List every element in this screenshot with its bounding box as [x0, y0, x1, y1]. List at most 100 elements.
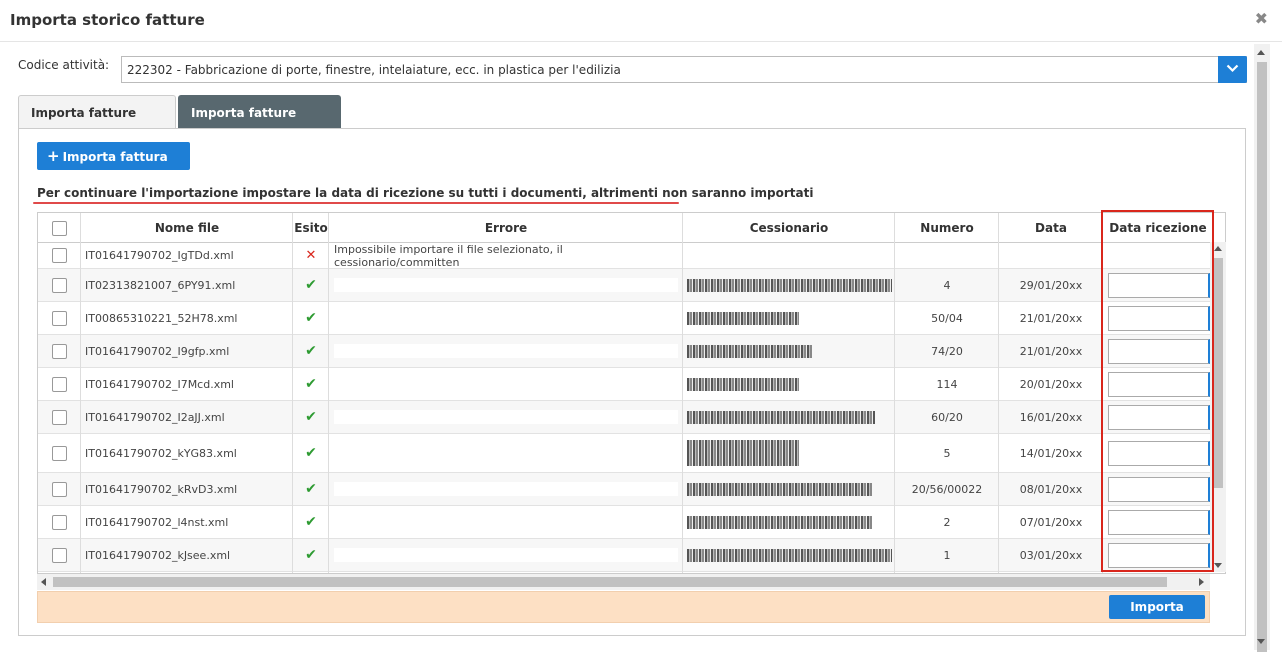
- header-esito[interactable]: Esito: [293, 213, 329, 243]
- col-divider: [998, 213, 999, 573]
- cell-errore: [329, 368, 683, 400]
- row-select-cell[interactable]: [38, 401, 81, 433]
- grid-horizontal-scrollbar[interactable]: [37, 574, 1210, 590]
- import-xml-button[interactable]: + Importa fattura .xml: [37, 142, 190, 192]
- cell-cessionario: [683, 335, 895, 367]
- scroll-up-icon[interactable]: [1214, 246, 1222, 251]
- table-row[interactable]: IT01641790702_l4nst.xml ✔ 2 07/01/20xx: [38, 506, 1225, 539]
- redacted-cessionario: [687, 482, 872, 496]
- cell-cessionario: [683, 243, 895, 268]
- scroll-up-icon[interactable]: [1257, 50, 1265, 55]
- row-checkbox[interactable]: [52, 547, 67, 563]
- tab-fatture-ricevute[interactable]: Importa fatture ricevute: [178, 95, 341, 154]
- header-select-all[interactable]: [38, 213, 81, 243]
- table-row[interactable]: IT02313821007_6PY91.xml ✔ 4 29/01/20xx: [38, 269, 1225, 302]
- table-row[interactable]: IT01641790702_kYG83.xml ✔ 5 14/01/20xx: [38, 434, 1225, 473]
- data-ricezione-input[interactable]: [1108, 273, 1210, 298]
- scroll-right-icon[interactable]: [1199, 578, 1204, 586]
- row-checkbox[interactable]: [52, 445, 67, 461]
- data-ricezione-input[interactable]: [1108, 405, 1210, 430]
- cell-data-ricezione[interactable]: [1103, 335, 1213, 367]
- close-icon[interactable]: ✖: [1255, 9, 1268, 28]
- data-ricezione-input[interactable]: [1108, 339, 1210, 364]
- scrollbar-thumb[interactable]: [53, 577, 1167, 587]
- data-ricezione-input[interactable]: [1108, 372, 1210, 397]
- data-ricezione-input[interactable]: [1108, 306, 1210, 331]
- errore-empty-bar: [334, 446, 678, 460]
- cell-data-ricezione[interactable]: [1103, 434, 1213, 472]
- scroll-down-icon[interactable]: [1257, 639, 1265, 644]
- row-checkbox[interactable]: [52, 481, 67, 497]
- cell-data-ricezione[interactable]: [1103, 269, 1213, 301]
- row-checkbox[interactable]: [52, 376, 67, 392]
- header-nome-file[interactable]: Nome file: [81, 213, 293, 243]
- redacted-cessionario: [687, 311, 799, 325]
- cell-data: 29/01/20xx: [1019, 278, 1083, 292]
- ok-check-glyph: ✔: [305, 376, 317, 392]
- ok-check-glyph: ✔: [305, 343, 317, 359]
- check-icon: ✔: [293, 368, 329, 400]
- row-checkbox[interactable]: [52, 248, 67, 263]
- row-select-cell[interactable]: [38, 506, 81, 538]
- data-ricezione-input[interactable]: [1108, 510, 1210, 535]
- modal-scrollbar[interactable]: [1254, 44, 1270, 652]
- cell-data-ricezione[interactable]: [1103, 401, 1213, 433]
- col-divider: [894, 213, 895, 573]
- table-row[interactable]: IT01641790702_kJsee.xml ✔ 1 03/01/20xx: [38, 539, 1225, 572]
- data-ricezione-input[interactable]: [1108, 441, 1210, 466]
- header-numero[interactable]: Numero: [895, 213, 999, 243]
- row-select-cell[interactable]: [38, 269, 81, 301]
- cell-data: 16/01/20xx: [1019, 410, 1083, 424]
- row-checkbox[interactable]: [52, 310, 67, 326]
- scrollbar-thumb[interactable]: [1257, 62, 1267, 652]
- codice-attivita-select[interactable]: 222302 - Fabbricazione di porte, finestr…: [121, 56, 1247, 83]
- cell-data-ricezione[interactable]: [1103, 243, 1213, 268]
- row-select-cell[interactable]: [38, 473, 81, 505]
- cell-data-ricezione[interactable]: [1103, 473, 1213, 505]
- cell-data-ricezione[interactable]: [1103, 368, 1213, 400]
- row-checkbox[interactable]: [52, 514, 67, 530]
- table-row[interactable]: IT01641790702_I7Mcd.xml ✔ 114 20/01/20xx: [38, 368, 1225, 401]
- modal-header: Importa storico fatture ✖: [0, 0, 1282, 42]
- row-checkbox[interactable]: [52, 343, 67, 359]
- row-select-cell[interactable]: [38, 368, 81, 400]
- header-cessionario[interactable]: Cessionario: [683, 213, 895, 243]
- dropdown-toggle[interactable]: [1218, 56, 1247, 83]
- cell-data-ricezione[interactable]: [1103, 539, 1213, 571]
- table-row[interactable]: IT01641790702_IgTDd.xml ✕ Impossibile impo…: [38, 243, 1225, 269]
- cell-numero: 20/56/00022: [911, 482, 983, 496]
- scroll-down-icon[interactable]: [1214, 563, 1222, 568]
- scroll-left-icon[interactable]: [41, 578, 46, 586]
- row-select-cell[interactable]: [38, 302, 81, 334]
- cell-data: [999, 243, 1103, 268]
- ok-check-glyph: ✔: [305, 481, 317, 497]
- cell-data: 21/01/20xx: [1019, 344, 1083, 358]
- plus-icon: +: [47, 147, 60, 165]
- row-select-cell[interactable]: [38, 335, 81, 367]
- table-row[interactable]: IT01641790702_I2aJJ.xml ✔ 60/20 16/01/20xx: [38, 401, 1225, 434]
- header-errore[interactable]: Errore: [329, 213, 683, 243]
- grid-vertical-scrollbar[interactable]: [1210, 242, 1226, 572]
- table-row[interactable]: IT01641790702_I9gfp.xml ✔ 74/20 21/01/20xx: [38, 335, 1225, 368]
- cell-data-ricezione[interactable]: [1103, 506, 1213, 538]
- cell-cessionario: [683, 434, 895, 472]
- row-select-cell[interactable]: [38, 539, 81, 571]
- row-select-cell[interactable]: [38, 243, 81, 268]
- cell-data-ricezione[interactable]: [1103, 302, 1213, 334]
- row-checkbox[interactable]: [52, 277, 67, 293]
- row-checkbox[interactable]: [52, 409, 67, 425]
- cell-nome-file: IT00865310221_52H78.xml: [85, 311, 238, 325]
- data-ricezione-input[interactable]: [1108, 477, 1210, 502]
- tab-fatture-emesse[interactable]: Importa fatture emesse: [18, 95, 176, 154]
- errore-empty-bar: [334, 482, 678, 496]
- header-data-ricezione[interactable]: Data ricezione: [1103, 213, 1213, 243]
- select-all-checkbox[interactable]: [52, 220, 67, 236]
- row-select-cell[interactable]: [38, 434, 81, 472]
- table-row[interactable]: IT00865310221_52H78.xml ✔ 50/04 21/01/20xx: [38, 302, 1225, 335]
- import-invoices-button[interactable]: Importa fatture: [1109, 595, 1205, 638]
- redacted-cessionario: [687, 548, 892, 562]
- table-row[interactable]: IT01641790702_kRvD3.xml ✔ 20/56/00022 08/01…: [38, 473, 1225, 506]
- header-data[interactable]: Data: [999, 213, 1103, 243]
- data-ricezione-input[interactable]: [1108, 543, 1210, 568]
- scrollbar-thumb[interactable]: [1213, 258, 1223, 488]
